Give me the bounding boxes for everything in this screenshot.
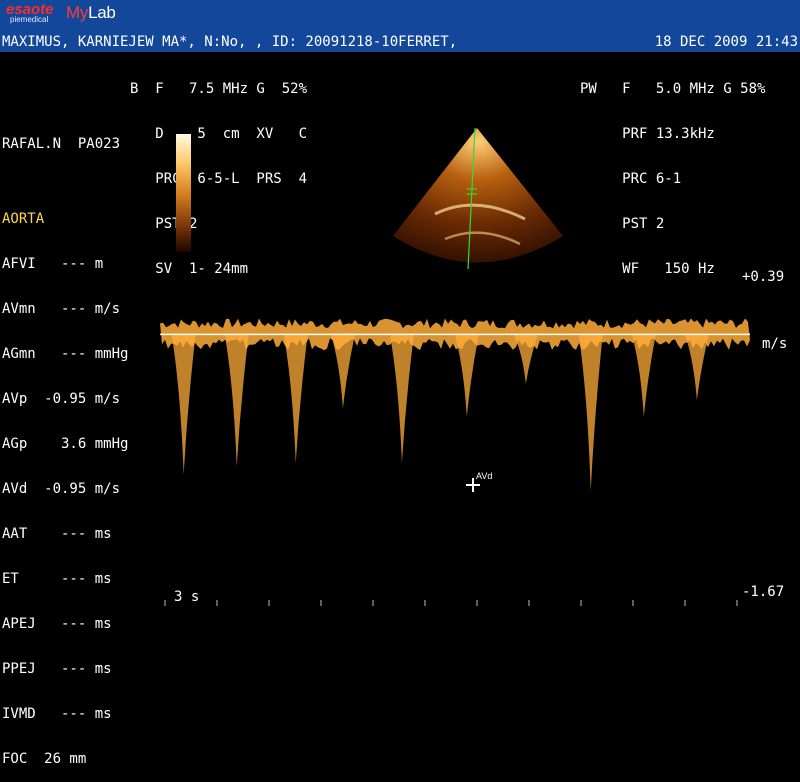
measurement-row[interactable]: APEJ --- ms (2, 617, 128, 632)
time-ticks (164, 600, 738, 606)
measurement-cursor-icon[interactable] (466, 478, 480, 492)
gray-map-colorbar (176, 134, 191, 252)
doppler-peak (631, 334, 656, 417)
measurement-title: AORTA (2, 211, 45, 227)
measurement-row[interactable]: AFVI --- m (2, 257, 128, 272)
mylab-logo: MyLab (66, 3, 116, 23)
exam-datetime: 18 DEC 2009 21:43 (654, 34, 798, 50)
pw-mode-params: PW F 5.0 MHz G 58% PRF 13.3kHz PRC 6-1 P… (580, 52, 765, 292)
measurement-row[interactable]: PPEJ --- ms (2, 662, 128, 677)
doppler-peak (330, 334, 355, 409)
measurement-row[interactable]: AVd -0.95 m/s (2, 482, 128, 497)
esaote-sublogo: piemedical (10, 15, 49, 24)
doppler-peak (283, 334, 308, 464)
doppler-waveform (160, 318, 750, 492)
patient-info: MAXIMUS, KARNIEJEW MA*, N:No, , ID: 2009… (2, 34, 458, 50)
measurement-row[interactable]: IVMD --- ms (2, 707, 128, 722)
measurement-row[interactable]: AGmn --- mmHg (2, 347, 128, 362)
doppler-peak (171, 334, 196, 475)
doppler-peak (513, 334, 538, 384)
measurement-row[interactable]: AVp -0.95 m/s (2, 392, 128, 407)
b-param-line: B F 7.5 MHz G 52% (130, 81, 308, 97)
measurement-row[interactable]: FOC 26 mm (2, 752, 128, 767)
doppler-peak (578, 334, 603, 492)
b-mode-params: B F 7.5 MHz G 52% D 5 cm XV C PRC 6-5-L … (130, 52, 307, 292)
measurement-row[interactable]: AAT --- ms (2, 527, 128, 542)
velocity-unit: m/s (762, 336, 788, 352)
doppler-peak (224, 334, 249, 467)
velocity-scale-max: +0.39 (742, 269, 785, 285)
mylab-logo-my: My (66, 3, 89, 22)
operator-id: RAFAL.N PA023 (2, 136, 121, 152)
measurement-row[interactable]: AGp 3.6 mmHg (2, 437, 128, 452)
pw-param-line: PW F 5.0 MHz G 58% (580, 81, 766, 97)
b-param-line: D 5 cm XV C (130, 126, 308, 142)
pw-param-line: PST 2 (580, 216, 665, 232)
measurement-row[interactable]: AVmn --- m/s (2, 302, 128, 317)
doppler-peak (454, 334, 479, 417)
pw-doppler-spectrum[interactable] (160, 270, 760, 610)
header-bar: esaote piemedical MyLab MAXIMUS, KARNIEJ… (0, 0, 800, 52)
sweep-speed: 3 s (174, 589, 200, 605)
doppler-peak (684, 334, 709, 401)
velocity-scale-min: -1.67 (742, 584, 785, 600)
b-param-line: PRC 6-5-L PRS 4 (130, 171, 308, 187)
pw-param-line: PRC 6-1 (580, 171, 682, 187)
doppler-peak (389, 334, 414, 464)
mylab-logo-lab: Lab (88, 3, 116, 22)
measurement-panel: AORTA AFVI --- m AVmn --- m/s AGmn --- m… (2, 182, 128, 782)
measurement-row[interactable]: ET --- ms (2, 572, 128, 587)
b-mode-sector-image[interactable] (385, 124, 570, 274)
b-param-line: PST 2 (130, 216, 198, 232)
pw-param-line: PRF 13.3kHz (580, 126, 715, 142)
